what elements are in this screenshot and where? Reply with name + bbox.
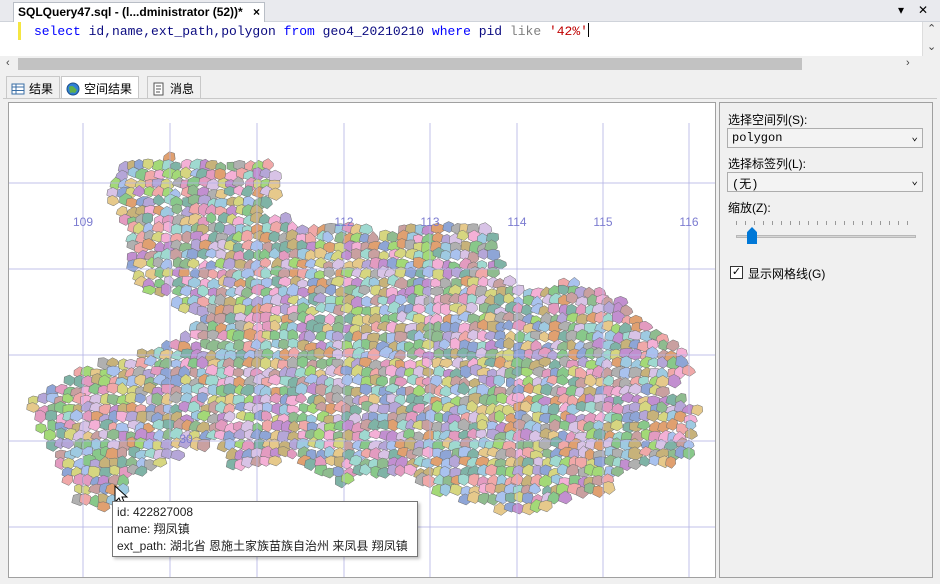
region-polygon[interactable] [458,473,470,486]
grid-icon [11,83,25,95]
region-polygon[interactable] [422,474,436,489]
sql-code-line[interactable]: select id,name,ext_path,polygon from geo… [34,23,589,39]
region-polygon[interactable] [603,481,616,495]
zoom-label: 缩放(Z): [728,201,771,215]
tab-spatial-results-label: 空间结果 [84,82,133,96]
spatial-column-select[interactable]: polygon ⌄ [727,128,923,148]
region-polygon[interactable] [170,449,186,462]
longitude-label: 109 [73,215,93,229]
result-tabs: 结果 空间结果 消息 [0,72,940,99]
region-polygon[interactable] [97,501,111,513]
options-panel: 选择空间列(S): polygon ⌄ 选择标签列(L): (无) ⌄ 缩放(Z… [719,102,933,578]
tab-close-icon[interactable]: × [253,5,260,19]
scroll-down-icon[interactable]: ⌄ [927,40,936,53]
document-tab-strip: SQLQuery47.sql - (l...dministrator (52))… [0,0,940,22]
tab-sqlquery47[interactable]: SQLQuery47.sql - (l...dministrator (52))… [13,2,265,22]
chevron-down-icon: ⌄ [911,176,918,188]
tab-spatial-results[interactable]: 空间结果 [61,76,140,99]
region-polygon[interactable] [324,313,336,326]
tooltip-name: name: 翔凤镇 [117,522,190,536]
label-column-select[interactable]: (无) ⌄ [727,172,923,192]
tab-results[interactable]: 结果 [6,76,61,98]
longitude-label: 113 [420,215,439,229]
longitude-label: 115 [593,215,612,229]
globe-icon [66,82,80,96]
gridlines-checkbox[interactable]: ✓ [730,266,743,279]
spatial-column-label: 选择空间列(S): [728,113,808,127]
horizontal-scroll-thumb[interactable] [18,58,802,70]
tooltip-ext-path: ext_path: 湖北省 恩施土家族苗族自治州 来凤县 翔凤镇 [117,539,408,553]
latitude-label: 30 [179,432,193,446]
region-polygon[interactable] [125,197,138,209]
longitude-label: 112 [334,215,353,229]
tab-messages[interactable]: 消息 [147,76,202,98]
sql-token: geo4_20210210 [322,24,432,39]
change-marker [18,22,21,40]
scroll-up-icon[interactable]: ⌃ [927,22,936,35]
sql-token: where [431,24,479,39]
region-polygon[interactable] [63,374,76,387]
region-polygon[interactable] [304,458,316,472]
label-column-label: 选择标签列(L): [728,157,807,171]
editor-vertical-scrollbar[interactable]: ⌃ ⌄ [922,22,940,56]
region-polygon[interactable] [557,284,570,296]
region-polygon[interactable] [429,286,444,297]
region-polygon[interactable] [267,455,282,467]
tab-title: SQLQuery47.sql - (l...dministrator (52))… [18,5,243,19]
region-polygon[interactable] [261,419,274,433]
chevron-down-icon: ⌄ [911,132,918,144]
message-icon [153,82,164,96]
tab-results-label: 结果 [29,82,54,96]
sql-editor[interactable]: select id,name,ext_path,polygon from geo… [0,22,940,72]
zoom-slider-ticks [736,221,916,225]
longitude-label: 114 [507,215,526,229]
region-polygon[interactable] [690,404,703,416]
region-polygon[interactable] [61,474,74,486]
region-polygon[interactable] [142,158,154,170]
region-polygon[interactable] [107,195,120,207]
sql-token: select [34,24,89,39]
label-column-value: (无) [732,178,759,192]
region-polygons [26,151,703,516]
sql-token: pid [478,24,510,39]
feature-tooltip: id: 422827008 name: 翔凤镇 ext_path: 湖北省 恩施… [112,501,418,557]
region-polygon[interactable] [655,386,670,398]
longitude-label: 116 [679,215,698,229]
scroll-right-icon[interactable]: › [906,57,910,69]
sql-token: from [283,24,323,39]
window-close-icon[interactable]: ✕ [918,3,928,17]
gridlines-label[interactable]: 显示网格线(G) [748,265,825,282]
zoom-slider-track[interactable] [736,235,916,238]
window-dropdown-icon[interactable]: ▾ [898,3,904,17]
tooltip-id: id: 422827008 [117,505,194,519]
sql-token: '42%' [548,24,588,39]
region-polygon[interactable] [106,428,121,441]
editor-horizontal-scrollbar[interactable]: ‹ › [0,56,940,72]
sql-token: id,name,ext_path,polygon [88,24,284,39]
text-caret [587,23,589,37]
zoom-slider-thumb[interactable] [747,227,757,244]
region-polygon[interactable] [514,330,526,345]
sql-token: like [509,24,549,39]
spatial-column-value: polygon [732,131,783,145]
region-polygon[interactable] [232,367,244,378]
region-polygon[interactable] [314,330,327,343]
tab-messages-label: 消息 [170,82,195,96]
scroll-left-icon[interactable]: ‹ [6,57,10,69]
